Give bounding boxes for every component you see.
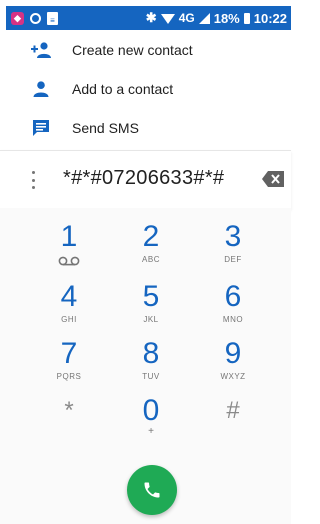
key-letters: JKL xyxy=(143,315,159,324)
status-bar: ◆ ≡ ✱ 4G 18% 10:22 xyxy=(6,6,291,30)
bluetooth-icon: ✱ xyxy=(145,10,157,25)
key-letters: DEF xyxy=(224,255,242,264)
call-button[interactable] xyxy=(127,465,177,515)
create-new-contact-label: Create new contact xyxy=(72,41,193,58)
overflow-menu-icon[interactable] xyxy=(27,169,39,191)
key-digit: 2 xyxy=(142,220,160,253)
add-to-contact-label: Add to a contact xyxy=(72,80,174,97)
key-star[interactable]: * xyxy=(39,394,99,464)
key-digit: 5 xyxy=(142,280,160,313)
network-type: 4G xyxy=(178,11,195,25)
clock: 10:22 xyxy=(253,10,287,26)
key-0[interactable]: 0 + xyxy=(121,394,181,464)
digits-display: *#*#07206633#*# xyxy=(0,150,291,209)
key-letters: ABC xyxy=(142,255,160,264)
signal-icon xyxy=(198,12,210,24)
key-letters: MNO xyxy=(222,315,244,324)
key-digit: # xyxy=(226,397,240,424)
create-new-contact-item[interactable]: Create new contact xyxy=(0,30,291,69)
person-icon xyxy=(30,79,52,99)
person-add-icon xyxy=(30,40,52,60)
key-digit: 9 xyxy=(224,337,242,370)
voicemail-icon xyxy=(58,256,80,266)
key-digit: 6 xyxy=(224,280,242,313)
battery-icon xyxy=(243,12,250,24)
suggestion-list: Create new contact Add to a contact Send… xyxy=(0,30,291,147)
key-letters: PQRS xyxy=(56,372,82,381)
status-notifications: ◆ ≡ xyxy=(11,11,58,25)
wifi-icon xyxy=(160,14,175,24)
key-digit: * xyxy=(64,397,74,424)
send-sms-label: Send SMS xyxy=(72,119,139,136)
key-letters: TUV xyxy=(142,372,160,381)
key-pound[interactable]: # xyxy=(203,394,263,464)
app-notification-icon: ◆ xyxy=(11,11,24,25)
key-letters: WXYZ xyxy=(220,372,246,381)
key-digit: 0 xyxy=(142,394,160,427)
status-indicators: ✱ 4G 18% 10:22 xyxy=(146,10,287,26)
send-sms-item[interactable]: Send SMS xyxy=(0,108,291,147)
key-letters: + xyxy=(148,426,154,437)
battery-percent: 18% xyxy=(213,10,240,26)
doc-notification-icon: ≡ xyxy=(47,11,58,25)
add-to-contact-item[interactable]: Add to a contact xyxy=(0,69,291,108)
circle-notification-icon xyxy=(30,12,41,24)
key-digit: 3 xyxy=(224,220,242,253)
backspace-icon[interactable] xyxy=(262,171,284,187)
key-digit: 1 xyxy=(60,220,78,253)
key-digit: 4 xyxy=(60,280,78,313)
key-letters: GHI xyxy=(61,315,77,324)
key-digit: 7 xyxy=(60,337,78,370)
dialed-number[interactable]: *#*#07206633#*# xyxy=(63,167,224,190)
phone-icon xyxy=(144,482,160,498)
key-digit: 8 xyxy=(142,337,160,370)
message-icon xyxy=(30,118,52,138)
